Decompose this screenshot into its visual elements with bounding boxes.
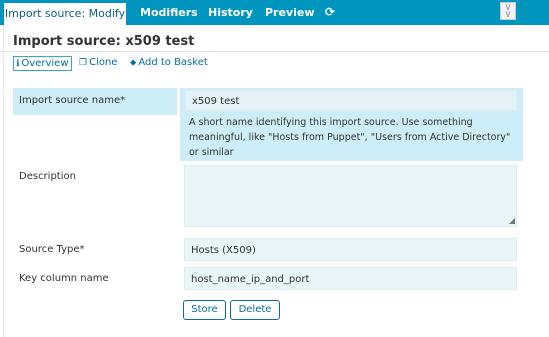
delete-button[interactable]: Delete <box>230 300 280 320</box>
info-icon: ℹ <box>16 59 20 69</box>
store-button[interactable]: Store <box>183 300 226 320</box>
key-column-name-label: Key column name <box>19 273 109 284</box>
copy-icon: ❐ <box>79 58 88 68</box>
tab-bar: Import source: Modify Modifiers History … <box>0 0 549 25</box>
description-label: Description <box>19 171 76 182</box>
clone-link[interactable]: ❐ Clone <box>79 56 117 70</box>
content-left-border <box>3 25 4 337</box>
tag-icon: ⬥ <box>130 58 137 68</box>
page-title: Import source: x509 test <box>13 34 195 49</box>
tab-history[interactable]: History <box>208 0 253 25</box>
resize-handle-icon[interactable]: ◢ <box>509 217 515 225</box>
tab-modifiers[interactable]: Modifiers <box>140 0 198 25</box>
source-type-label: Source Type* <box>19 244 85 255</box>
tab-import-source-modify[interactable]: Import source: Modify <box>4 1 126 25</box>
description-textarea[interactable]: ◢ <box>184 165 517 227</box>
collapse-icon[interactable]: ∨ ∨ <box>500 2 516 20</box>
import-source-name-input[interactable]: x509 test <box>185 90 517 111</box>
clone-label: Clone <box>89 57 118 68</box>
refresh-icon[interactable]: ⟳ <box>325 0 335 25</box>
import-source-name-label: Import source name* <box>19 95 126 106</box>
import-source-name-hint: A short name identifying this import sou… <box>189 117 511 158</box>
add-to-basket-link[interactable]: ⬥ Add to Basket <box>130 56 208 70</box>
source-type-select[interactable]: Hosts (X509) <box>184 238 517 261</box>
overview-label: Overview <box>21 58 69 69</box>
add-to-basket-label: Add to Basket <box>138 57 208 68</box>
tab-preview[interactable]: Preview <box>265 0 315 25</box>
key-column-name-input[interactable]: host_name_ip_and_port <box>184 267 517 290</box>
title-divider <box>0 51 549 52</box>
overview-link[interactable]: ℹ Overview <box>13 56 72 71</box>
